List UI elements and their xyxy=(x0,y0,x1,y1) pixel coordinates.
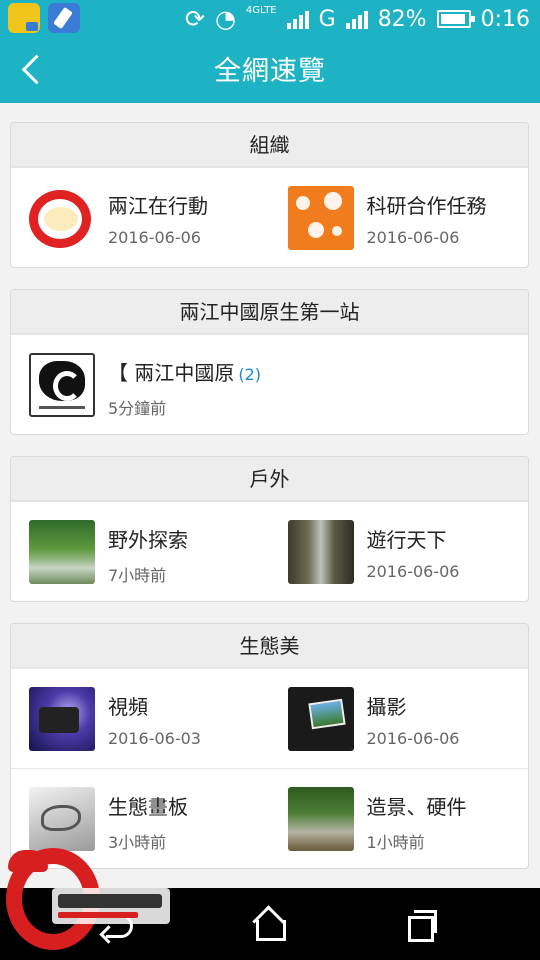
item-time: 2016-06-06 xyxy=(366,729,460,748)
item-title: 兩江在行動 xyxy=(108,194,208,218)
list-item[interactable]: 生態畫板 3小時前 xyxy=(11,769,270,868)
list-item[interactable]: 視頻 2016-06-03 xyxy=(11,669,270,768)
section-title: 戶外 xyxy=(11,457,528,501)
fish-sketch-thumbnail xyxy=(29,787,95,851)
item-time: 2016-06-06 xyxy=(366,562,460,581)
photo-camera-thumbnail xyxy=(287,687,354,751)
item-time: 1小時前 xyxy=(366,833,425,852)
list-item[interactable]: 野外探索 7小時前 xyxy=(11,502,270,601)
item-time: 2016-06-06 xyxy=(108,228,201,247)
section-list: 組織 兩江在行動 2016-06-06 科研合作任務 2016-06-06 兩江… xyxy=(10,122,529,890)
item-time: 7小時前 xyxy=(108,566,167,585)
section-card-organization: 組織 兩江在行動 2016-06-06 科研合作任務 2016-06-06 xyxy=(10,122,529,268)
network-thumbnail xyxy=(287,186,354,250)
section-card-station: 兩江中國原生第一站 【 兩江中國原 (2) 5分鐘前 xyxy=(10,289,529,435)
battery-percent: 82% xyxy=(377,6,427,32)
list-item[interactable]: 遊行天下 2016-06-06 xyxy=(270,502,529,601)
item-title: 造景、硬件 xyxy=(366,795,467,819)
battery-icon xyxy=(436,10,475,28)
item-title: 科研合作任務 xyxy=(366,194,487,218)
video-camera-thumbnail xyxy=(29,687,95,751)
item-row: 野外探索 7小時前 遊行天下 2016-06-06 xyxy=(11,501,528,601)
item-time: 2016-06-03 xyxy=(108,729,201,748)
network-type-label: 4GLTE xyxy=(245,5,277,16)
wifi-icon: ◔ xyxy=(214,5,236,33)
section-card-outdoor: 戶外 野外探索 7小時前 遊行天下 2016-06-06 xyxy=(10,456,529,602)
item-time: 5分鐘前 xyxy=(108,399,167,418)
list-item[interactable]: 【 兩江中國原 (2) 5分鐘前 xyxy=(11,335,528,434)
notification-icons xyxy=(8,3,80,33)
item-title: 遊行天下 xyxy=(366,528,447,552)
item-row: 【 兩江中國原 (2) 5分鐘前 xyxy=(11,334,528,434)
section-card-ecology: 生態美 視頻 2016-06-03 攝影 2016-06-06 生態畫板 3小時… xyxy=(10,623,529,869)
section-title: 兩江中國原生第一站 xyxy=(11,290,528,334)
signal-strength-icon xyxy=(345,9,368,29)
list-item[interactable]: 兩江在行動 2016-06-06 xyxy=(11,168,270,267)
cleaner-notification-icon xyxy=(48,3,80,33)
item-title: 視頻 xyxy=(108,695,148,719)
app-notification-icon xyxy=(8,3,40,33)
status-indicators: ⟳ ◔ 4GLTE G 82% 0:16 xyxy=(185,4,530,34)
item-time: 2016-06-06 xyxy=(366,228,460,247)
nav-home-icon[interactable] xyxy=(248,906,292,942)
list-item[interactable]: 造景、硬件 1小時前 xyxy=(270,769,529,868)
sync-icon: ⟳ xyxy=(184,5,205,33)
unread-count-badge: (2) xyxy=(238,365,262,384)
item-title: 攝影 xyxy=(366,695,407,719)
clock: 0:16 xyxy=(480,6,530,32)
app-bar: 全網速覽 xyxy=(0,37,540,103)
item-title: 【 兩江中國原 (2) xyxy=(108,357,261,386)
aquascape-thumbnail xyxy=(287,787,354,851)
c-logo-thumbnail xyxy=(29,353,95,417)
carrier-label: G xyxy=(318,6,336,32)
item-row: 兩江在行動 2016-06-06 科研合作任務 2016-06-06 xyxy=(11,167,528,267)
cliff-thumbnail xyxy=(287,520,354,584)
org-logo-thumbnail xyxy=(29,186,95,250)
list-item[interactable]: 攝影 2016-06-06 xyxy=(270,669,529,768)
section-title: 生態美 xyxy=(11,624,528,668)
item-row: 生態畫板 3小時前 造景、硬件 1小時前 xyxy=(11,768,528,868)
item-title-text: 【 兩江中國原 xyxy=(108,361,235,385)
page-title: 全網速覽 xyxy=(214,56,326,87)
item-row: 視頻 2016-06-03 攝影 2016-06-06 xyxy=(11,668,528,768)
item-time: 3小時前 xyxy=(108,833,167,852)
status-bar: ⟳ ◔ 4GLTE G 82% 0:16 xyxy=(0,0,540,37)
system-navigation-bar xyxy=(0,888,540,960)
item-title: 生態畫板 xyxy=(108,795,188,819)
forest-thumbnail xyxy=(29,520,95,584)
nav-back-icon[interactable] xyxy=(98,906,142,942)
list-item[interactable]: 科研合作任務 2016-06-06 xyxy=(270,168,529,267)
item-title: 野外探索 xyxy=(108,528,188,552)
nav-recent-apps-icon[interactable] xyxy=(400,906,444,942)
signal-icon xyxy=(286,9,309,29)
section-title: 組織 xyxy=(11,123,528,167)
